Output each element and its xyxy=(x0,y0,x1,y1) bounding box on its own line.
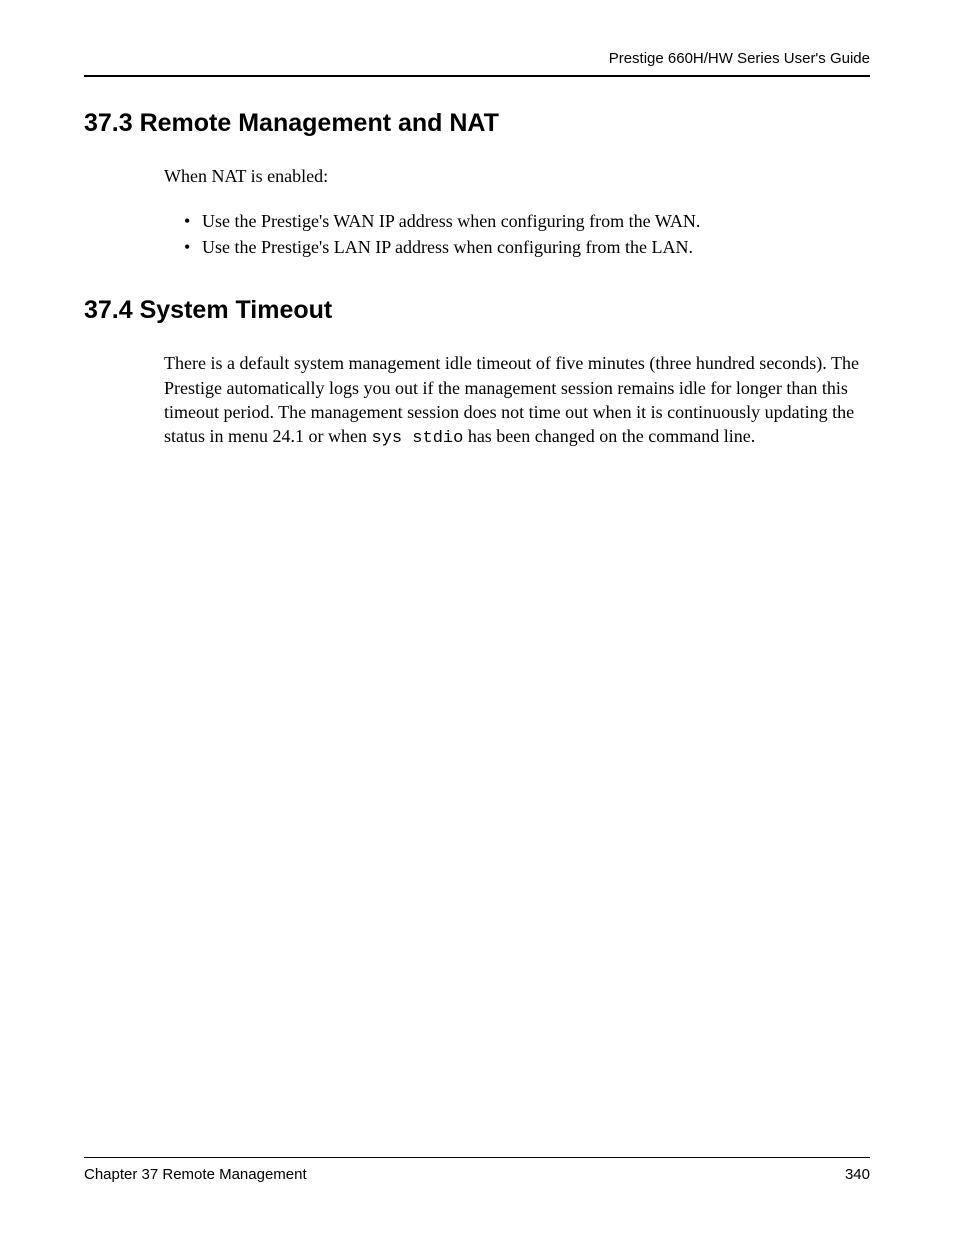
page-header: Prestige 660H/HW Series User's Guide xyxy=(84,50,870,77)
section-37-3-bullets: Use the Prestige's WAN IP address when c… xyxy=(184,208,870,260)
section-heading-37-4: 37.4 System Timeout xyxy=(84,296,870,325)
paragraph-text-post: has been changed on the command line. xyxy=(463,426,755,446)
guide-title: Prestige 660H/HW Series User's Guide xyxy=(609,50,870,67)
inline-code: sys stdio xyxy=(371,429,463,448)
footer-chapter: Chapter 37 Remote Management xyxy=(84,1166,307,1183)
list-item: Use the Prestige's LAN IP address when c… xyxy=(184,234,870,260)
section-heading-37-3: 37.3 Remote Management and NAT xyxy=(84,109,870,138)
list-item: Use the Prestige's WAN IP address when c… xyxy=(184,208,870,234)
section-37-4-paragraph: There is a default system management idl… xyxy=(164,351,870,451)
section-37-3-intro: When NAT is enabled: xyxy=(164,164,870,188)
footer-page-number: 340 xyxy=(845,1166,870,1183)
page-footer: Chapter 37 Remote Management 340 xyxy=(84,1157,870,1183)
page: Prestige 660H/HW Series User's Guide 37.… xyxy=(0,0,954,1235)
